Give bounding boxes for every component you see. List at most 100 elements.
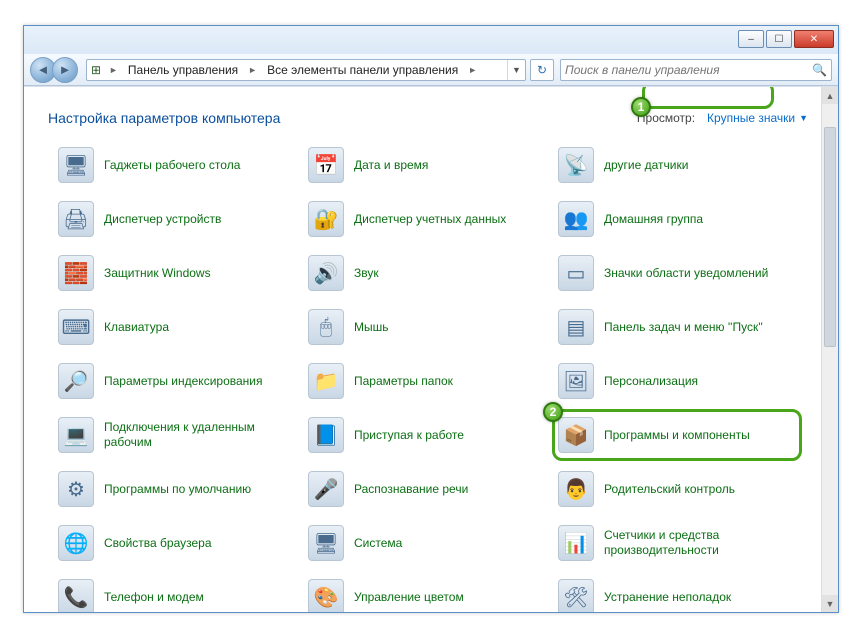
cp-item-label: Родительский контроль	[604, 482, 735, 497]
breadcrumb-seg-2[interactable]: Все элементы панели управления	[261, 63, 464, 77]
cp-item-label: Телефон и модем	[104, 590, 204, 605]
cp-item[interactable]: ⌨Клавиатура	[52, 301, 302, 353]
cp-item-label: Гаджеты рабочего стола	[104, 158, 240, 173]
cp-item-icon: 🖨	[58, 201, 94, 237]
cp-item-label: Защитник Windows	[104, 266, 211, 281]
cp-item-label: Диспетчер устройств	[104, 212, 221, 227]
cp-item[interactable]: ⚙Программы по умолчанию	[52, 463, 302, 515]
content-header: Настройка параметров компьютера Просмотр…	[24, 87, 838, 135]
view-by-value: Крупные значки	[707, 111, 795, 125]
scroll-thumb[interactable]	[824, 127, 836, 347]
cp-item[interactable]: 🖥 Гаджеты рабочего стола	[52, 139, 302, 191]
cp-item[interactable]: 🖥Система	[302, 517, 552, 569]
close-button[interactable]: ✕	[794, 30, 834, 48]
cp-item[interactable]: 💻 Подключения к удаленным рабочим	[52, 409, 302, 461]
annotation-badge-2: 2	[543, 402, 563, 422]
maximize-button[interactable]: ☐	[766, 30, 792, 48]
back-icon: ◄	[37, 62, 50, 77]
scrollbar[interactable]: ▲ ▼	[821, 87, 838, 612]
cp-item[interactable]: 📦Программы и компоненты2	[552, 409, 802, 461]
cp-item-label: Значки области уведомлений	[604, 266, 768, 281]
cp-item-label: Управление цветом	[354, 590, 464, 605]
cp-item[interactable]: 🖱 Мышь	[302, 301, 552, 353]
cp-item-icon: 🖥	[58, 147, 94, 183]
cp-item[interactable]: 🛠Устранение неполадок	[552, 571, 802, 612]
cp-item-label: другие датчики	[604, 158, 688, 173]
content-area: Настройка параметров компьютера Просмотр…	[24, 86, 838, 612]
maximize-icon: ☐	[775, 34, 784, 45]
annotation-callout-1	[642, 86, 774, 109]
cp-item[interactable]: 📊Счетчики и средства производительности	[552, 517, 802, 569]
search-box[interactable]: 🔍	[560, 59, 832, 81]
scroll-down-button[interactable]: ▼	[822, 595, 838, 612]
cp-item-label: Подключения к удаленным рабочим	[104, 420, 296, 450]
cp-item-icon: 🎨	[308, 579, 344, 612]
cp-item-label: Параметры папок	[354, 374, 453, 389]
search-input[interactable]	[565, 63, 812, 77]
cp-item[interactable]: 🎤Распознавание речи	[302, 463, 552, 515]
cp-item[interactable]: 📡 другие датчики	[552, 139, 802, 191]
refresh-icon: ↻	[537, 63, 547, 77]
cp-item-icon: 🔎	[58, 363, 94, 399]
chevron-down-icon: ▼	[799, 113, 808, 123]
cp-item-label: Параметры индексирования	[104, 374, 262, 389]
cp-item[interactable]: 🔎 Параметры индексирования	[52, 355, 302, 407]
cp-item-icon: 💻	[58, 417, 94, 453]
cp-item[interactable]: ▭ Значки области уведомлений	[552, 247, 802, 299]
cp-item-icon: 📞	[58, 579, 94, 612]
cp-item[interactable]: 📞 Телефон и модем	[52, 571, 302, 612]
cp-item[interactable]: 👨Родительский контроль	[552, 463, 802, 515]
cp-item[interactable]: 🔐 Диспетчер учетных данных	[302, 193, 552, 245]
cp-item-label: Домашняя группа	[604, 212, 703, 227]
cp-item-label: Счетчики и средства производительности	[604, 528, 796, 558]
cp-item-label: Свойства браузера	[104, 536, 212, 551]
cp-item[interactable]: 👥Домашняя группа	[552, 193, 802, 245]
cp-item-icon: 🖱	[308, 309, 344, 345]
breadcrumb-seg-1[interactable]: Панель управления	[122, 63, 244, 77]
cp-item-icon: ▭	[558, 255, 594, 291]
view-by: Просмотр: Крупные значки ▼	[637, 109, 814, 127]
view-by-selector[interactable]: Крупные значки ▼	[701, 109, 814, 127]
cp-item-icon: 📁	[308, 363, 344, 399]
scroll-up-button[interactable]: ▲	[822, 87, 838, 104]
cp-item-label: Программы и компоненты	[604, 428, 750, 443]
cp-item[interactable]: 🧱 Защитник Windows	[52, 247, 302, 299]
cp-item-label: Распознавание речи	[354, 482, 468, 497]
minimize-button[interactable]: –	[738, 30, 764, 48]
cp-item[interactable]: 🎨 Управление цветом	[302, 571, 552, 612]
cp-item-icon: 🔊	[308, 255, 344, 291]
cp-item-icon: 📦	[558, 417, 594, 453]
cp-item-icon: 📘	[308, 417, 344, 453]
cp-item[interactable]: 📘Приступая к работе	[302, 409, 552, 461]
cp-item-icon: 📅	[308, 147, 344, 183]
navbar: ◄ ► ⊞ ► Панель управления ► Все элементы…	[24, 54, 838, 86]
cp-item[interactable]: ▤Панель задач и меню ''Пуск''	[552, 301, 802, 353]
cp-item-label: Диспетчер учетных данных	[354, 212, 506, 227]
cp-item[interactable]: 🌐Свойства браузера	[52, 517, 302, 569]
cp-item-icon: 🛠	[558, 579, 594, 612]
titlebar: – ☐ ✕	[24, 26, 838, 54]
cp-item[interactable]: 📁 Параметры папок	[302, 355, 552, 407]
cp-item[interactable]: 🔊Звук	[302, 247, 552, 299]
refresh-button[interactable]: ↻	[530, 59, 554, 81]
search-icon: 🔍	[812, 63, 827, 77]
minimize-icon: –	[748, 34, 754, 45]
controlpanel-icon: ⊞	[87, 63, 105, 77]
address-dropdown[interactable]: ▼	[507, 60, 525, 80]
forward-button[interactable]: ►	[52, 57, 78, 83]
cp-item[interactable]: 📅Дата и время	[302, 139, 552, 191]
page-title: Настройка параметров компьютера	[48, 110, 280, 126]
forward-icon: ►	[59, 62, 72, 77]
cp-item[interactable]: 🖨 Диспетчер устройств	[52, 193, 302, 245]
address-bar[interactable]: ⊞ ► Панель управления ► Все элементы пан…	[86, 59, 526, 81]
cp-item-icon: 📡	[558, 147, 594, 183]
cp-item-icon: 🔐	[308, 201, 344, 237]
annotation-badge-1: 1	[631, 97, 651, 117]
cp-item[interactable]: 🖼Персонализация	[552, 355, 802, 407]
nav-buttons: ◄ ►	[30, 57, 78, 83]
cp-item-label: Мышь	[354, 320, 389, 335]
cp-item-label: Панель задач и меню ''Пуск''	[604, 320, 763, 335]
cp-item-icon: 🧱	[58, 255, 94, 291]
cp-item-icon: 🖼	[558, 363, 594, 399]
chevron-icon: ►	[105, 65, 122, 75]
